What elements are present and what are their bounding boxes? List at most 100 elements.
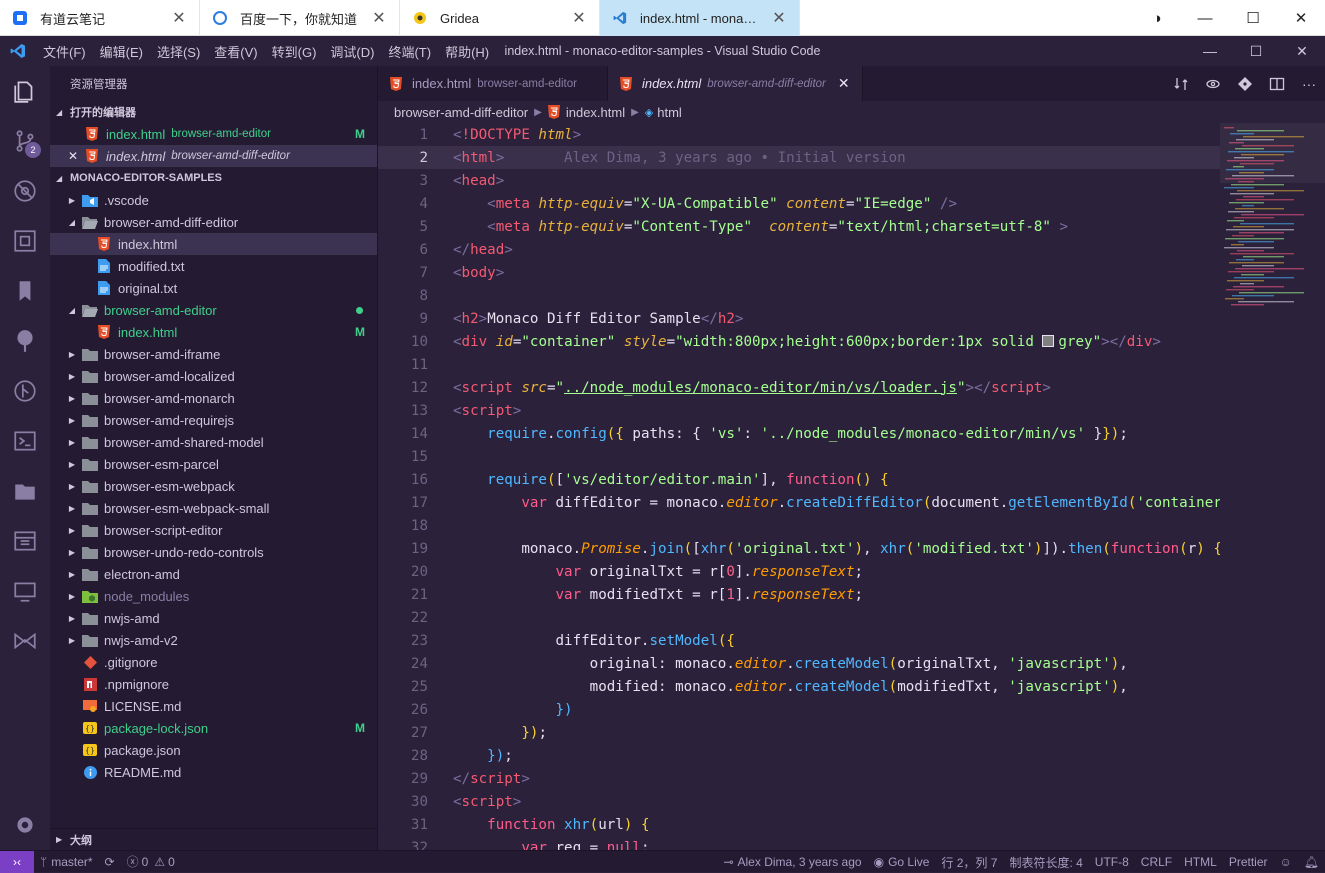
tree-item[interactable]: .npmignore <box>50 673 377 695</box>
browser-tab[interactable]: Gridea ✕ <box>400 0 600 36</box>
tree-icon[interactable] <box>0 316 50 366</box>
close-icon[interactable]: ✕ <box>171 8 187 28</box>
menu-item[interactable]: 编辑(E) <box>93 42 150 61</box>
tree-item[interactable]: ▶ browser-amd-shared-model <box>50 431 377 453</box>
chevron-down-icon[interactable]: ◢ <box>66 306 78 315</box>
tree-item[interactable]: original.txt <box>50 277 377 299</box>
git-icon[interactable] <box>1229 76 1261 92</box>
menu-item[interactable]: 帮助(H) <box>438 42 496 61</box>
open-editor-item[interactable]: index.html browser-amd-editor M <box>50 123 377 145</box>
workspace-header[interactable]: ◢ MONACO-EDITOR-SAMPLES <box>50 167 377 189</box>
tree-item[interactable]: ▶ browser-amd-requirejs <box>50 409 377 431</box>
tree-item[interactable]: ▶ browser-esm-parcel <box>50 453 377 475</box>
close-icon[interactable]: ✕ <box>68 149 84 163</box>
chevron-right-icon[interactable]: ▶ <box>66 526 78 535</box>
cursor-position[interactable]: 行 2，列 7 <box>935 854 1003 871</box>
menu-item[interactable]: 转到(G) <box>265 42 324 61</box>
minimap[interactable] <box>1220 123 1325 323</box>
vscode-maximize-button[interactable]: ☐ <box>1233 36 1279 66</box>
tree-item[interactable]: ◢ browser-amd-editor <box>50 299 377 321</box>
chevron-right-icon[interactable]: ▶ <box>66 372 78 381</box>
settings-gear-icon[interactable] <box>0 800 50 850</box>
browser-tab[interactable]: 百度一下，你就知道 ✕ <box>200 0 400 36</box>
close-icon[interactable]: ✕ <box>371 8 387 28</box>
tree-item[interactable]: ▶ node_modules <box>50 585 377 607</box>
notifications-icon[interactable]: 🔔︎ <box>1298 855 1325 869</box>
breadcrumb-folder[interactable]: browser-amd-diff-editor <box>394 105 528 120</box>
tree-item[interactable]: ▶ .vscode <box>50 189 377 211</box>
open-editor-item[interactable]: ✕ index.html browser-amd-diff-editor <box>50 145 377 167</box>
menu-item[interactable]: 终端(T) <box>381 42 438 61</box>
tree-item[interactable]: .gitignore <box>50 651 377 673</box>
open-changes-icon[interactable] <box>1197 76 1229 92</box>
vscode-minimize-button[interactable]: — <box>1187 36 1233 66</box>
sync-icon[interactable]: ⟳ <box>99 855 121 869</box>
tree-item[interactable]: {} package-lock.json M <box>50 717 377 739</box>
tree-item[interactable]: index.html <box>50 233 377 255</box>
tree-item[interactable]: index.html M <box>50 321 377 343</box>
code-editor[interactable]: 1 <!DOCTYPE html> 2 <html> Alex Dima, 3 yea… <box>378 123 1220 850</box>
chevron-down-icon[interactable]: ◢ <box>66 218 78 227</box>
tree-item[interactable]: README.md <box>50 761 377 783</box>
menu-item[interactable]: 查看(V) <box>207 42 264 61</box>
color-swatch-icon[interactable] <box>1042 334 1055 347</box>
maximize-button[interactable]: ☐ <box>1229 0 1277 36</box>
tree-item[interactable]: ▶ browser-script-editor <box>50 519 377 541</box>
tree-item[interactable]: modified.txt <box>50 255 377 277</box>
close-button[interactable]: ✕ <box>1277 0 1325 36</box>
chevron-right-icon[interactable]: ▶ <box>66 570 78 579</box>
close-icon[interactable]: ✕ <box>771 8 787 28</box>
chevron-right-icon[interactable]: ▶ <box>66 416 78 425</box>
line-ending[interactable]: CRLF <box>1135 855 1178 869</box>
tree-item[interactable]: ▶ browser-amd-localized <box>50 365 377 387</box>
compare-icon[interactable] <box>1165 76 1197 92</box>
minimize-button[interactable]: — <box>1181 0 1229 36</box>
remote-explorer-icon[interactable] <box>0 566 50 616</box>
tree-item[interactable]: ▶ nwjs-amd <box>50 607 377 629</box>
chevron-right-icon[interactable]: ▶ <box>66 438 78 447</box>
tree-item[interactable]: ◢ browser-amd-diff-editor <box>50 211 377 233</box>
debug-icon[interactable] <box>0 166 50 216</box>
minimap-slider[interactable] <box>1220 123 1325 183</box>
tree-item[interactable]: ▶ electron-amd <box>50 563 377 585</box>
vscode-close-button[interactable]: ✕ <box>1279 36 1325 66</box>
tree-item[interactable]: LICENSE.md <box>50 695 377 717</box>
more-actions-icon[interactable]: ··· <box>1293 76 1325 92</box>
chevron-right-icon[interactable]: ▶ <box>66 592 78 601</box>
browser-tab[interactable]: 有道云笔记 ✕ <box>0 0 200 36</box>
explorer-icon[interactable] <box>0 66 50 116</box>
live-share-icon[interactable] <box>0 616 50 666</box>
extensions-icon[interactable] <box>0 216 50 266</box>
tree-item[interactable]: ▶ browser-amd-monarch <box>50 387 377 409</box>
branch-item[interactable]: ᛘ master* <box>34 855 99 869</box>
menu-item[interactable]: 调试(D) <box>323 42 381 61</box>
tree-item[interactable]: ▶ browser-esm-webpack <box>50 475 377 497</box>
breadcrumb-file[interactable]: index.html <box>566 105 625 120</box>
menu-item[interactable]: 选择(S) <box>150 42 207 61</box>
breadcrumb-symbol[interactable]: html <box>657 105 682 120</box>
chevron-right-icon[interactable]: ▶ <box>66 482 78 491</box>
go-live-button[interactable]: ◉ Go Live <box>868 855 936 869</box>
panel-icon[interactable] <box>0 516 50 566</box>
project-manager-icon[interactable] <box>0 466 50 516</box>
blame-item[interactable]: ⊸ Alex Dima, 3 years ago <box>717 855 867 869</box>
chevron-right-icon[interactable]: ▶ <box>66 394 78 403</box>
outline-header[interactable]: ▶ 大纲 <box>50 828 378 850</box>
tab-size[interactable]: 制表符长度: 4 <box>1003 854 1088 871</box>
chevron-right-icon[interactable]: ▶ <box>66 350 78 359</box>
editor-tab[interactable]: index.html browser-amd-diff-editor ✕ <box>607 66 863 101</box>
problems-item[interactable]: ⓧ 0 ⚠ 0 <box>121 853 181 870</box>
git-history-icon[interactable] <box>0 366 50 416</box>
prettier-item[interactable]: Prettier <box>1223 855 1274 869</box>
theme-icon[interactable]: ◑ <box>1133 0 1181 36</box>
chevron-right-icon[interactable]: ▶ <box>66 636 78 645</box>
editor-tab[interactable]: index.html browser-amd-editor <box>378 66 608 101</box>
menu-item[interactable]: 文件(F) <box>36 42 93 61</box>
feedback-icon[interactable]: ☺ <box>1274 855 1298 869</box>
bookmark-icon[interactable] <box>0 266 50 316</box>
close-icon[interactable]: ✕ <box>838 75 850 92</box>
open-editors-header[interactable]: ◢ 打开的编辑器 <box>50 101 377 123</box>
tree-item[interactable]: ▶ browser-amd-iframe <box>50 343 377 365</box>
chevron-right-icon[interactable]: ▶ <box>66 196 78 205</box>
chevron-right-icon[interactable]: ▶ <box>66 614 78 623</box>
